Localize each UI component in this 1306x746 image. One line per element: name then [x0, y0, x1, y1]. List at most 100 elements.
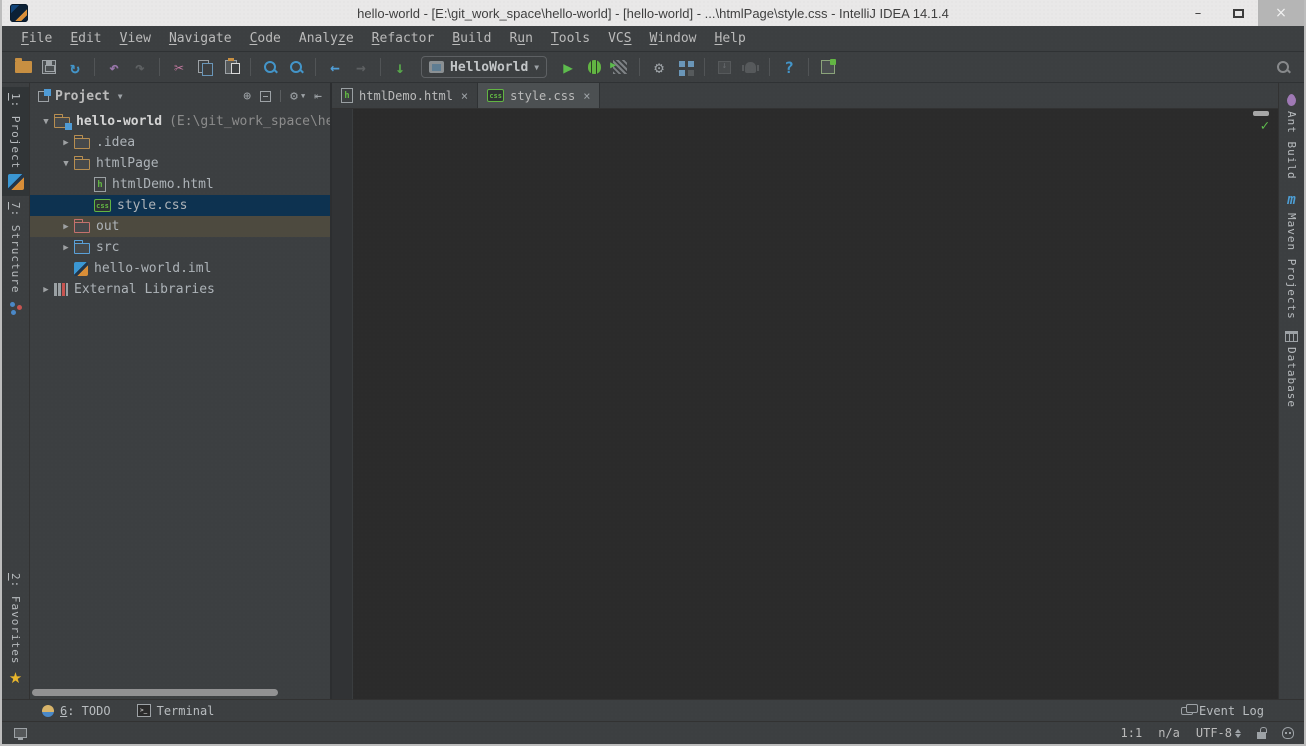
toolbar-open-project-button[interactable]: [10, 55, 36, 79]
locate-file-button[interactable]: ⊕: [243, 89, 251, 104]
menu-refactor[interactable]: Refactor: [363, 28, 444, 49]
close-tab-icon[interactable]: ×: [583, 89, 590, 103]
stripe-maven-projects[interactable]: mMaven Projects: [1285, 186, 1298, 326]
maximize-button[interactable]: [1218, 0, 1258, 26]
menu-run[interactable]: Run: [500, 28, 541, 49]
stripe-7-structure[interactable]: 7: Structure: [9, 196, 22, 320]
tree-item-label: hello-world.iml: [94, 261, 211, 276]
toolbar-debug-button[interactable]: [581, 55, 607, 79]
project-structure-icon: [679, 61, 685, 67]
toolbar-undo-button[interactable]: ↶: [101, 55, 127, 79]
collapse-all-button[interactable]: [260, 91, 271, 102]
stripe-1-project[interactable]: 1: Project: [2, 87, 29, 196]
excluded-folder-icon: [74, 222, 90, 233]
tree-item-out[interactable]: ▶out: [30, 216, 330, 237]
hide-panel-button[interactable]: ⇤: [314, 89, 322, 104]
tab-htmldemo-html[interactable]: hhtmlDemo.html×: [332, 83, 478, 108]
project-panel-title[interactable]: Project: [55, 89, 110, 104]
window-title: hello-world - [E:\git_work_space\hello-w…: [2, 6, 1304, 21]
bottom-stripe-event-log[interactable]: Event Log: [1181, 704, 1264, 718]
editor-scrollbar[interactable]: [1253, 111, 1269, 116]
bottom-stripe-terminal[interactable]: >_Terminal: [137, 704, 215, 718]
menu-vcs[interactable]: VCS: [599, 28, 640, 49]
toolbar-back-button[interactable]: ←: [322, 55, 348, 79]
chevron-down-icon[interactable]: ▼: [118, 92, 123, 101]
menu-edit[interactable]: Edit: [61, 28, 110, 49]
maven-icon: m: [1287, 192, 1295, 208]
chevron-collapsed-icon[interactable]: ▶: [58, 222, 74, 232]
toolbar-cut-button[interactable]: ✂: [166, 55, 192, 79]
horizontal-scrollbar[interactable]: [32, 689, 278, 696]
toolbar-install-plugin-from-disk-button[interactable]: [815, 55, 841, 79]
line-separator[interactable]: n/a: [1158, 726, 1180, 740]
updown-arrows-icon: [1235, 729, 1241, 738]
toolbar-vcs-update-button[interactable]: ↓: [387, 55, 413, 79]
chevron-collapsed-icon[interactable]: ▶: [58, 243, 74, 253]
tree-item-hello-world[interactable]: ▼hello-world(E:\git_work_space\hell: [30, 111, 330, 132]
toolbar-project-structure-button[interactable]: [672, 55, 698, 79]
chevron-expanded-icon[interactable]: ▼: [58, 159, 74, 169]
css-file-icon: css: [487, 89, 504, 102]
tree-item-style-css[interactable]: cssstyle.css: [30, 195, 330, 216]
toolbar-help-button[interactable]: ?: [776, 55, 802, 79]
search-everywhere-button[interactable]: [1270, 55, 1296, 79]
toolbar-redo-button[interactable]: ↷: [127, 55, 153, 79]
caret-position[interactable]: 1:1: [1121, 726, 1143, 740]
chevron-collapsed-icon[interactable]: ▶: [58, 138, 74, 148]
file-encoding[interactable]: UTF-8: [1196, 726, 1241, 740]
toolbar-forward-button[interactable]: →: [348, 55, 374, 79]
main-area: 1: Project7: Structure 2: Favorites★ Proj…: [2, 83, 1304, 699]
toggle-toolwindows-icon[interactable]: [14, 728, 27, 738]
menu-help[interactable]: Help: [706, 28, 755, 49]
editor-area[interactable]: ✓: [332, 109, 1278, 699]
toolbar-android-sdk-manager-button[interactable]: [711, 55, 737, 79]
source-folder-icon: [74, 243, 90, 254]
stripe-2-favorites[interactable]: 2: Favorites★: [9, 567, 22, 693]
menu-navigate[interactable]: Navigate: [160, 28, 241, 49]
settings-gear-button[interactable]: ⚙: [290, 89, 298, 104]
open-project-icon: [15, 61, 32, 73]
tab-style-css[interactable]: cssstyle.css×: [478, 83, 600, 108]
stripe-ant-build[interactable]: Ant Build: [1285, 89, 1298, 186]
inspection-ok-icon[interactable]: ✓: [1261, 118, 1269, 134]
toolbar-paste-button[interactable]: [218, 55, 244, 79]
tree-item-external-libraries[interactable]: ▶External Libraries: [30, 279, 330, 300]
toolbar-save-all-button[interactable]: [36, 55, 62, 79]
close-tab-icon[interactable]: ×: [461, 89, 468, 103]
toolbar-run-button[interactable]: ▶: [555, 55, 581, 79]
toolbar-copy-button[interactable]: [192, 55, 218, 79]
minimize-button[interactable]: –: [1178, 0, 1218, 26]
close-button[interactable]: ×: [1258, 0, 1304, 26]
tree-item-hello-world-iml[interactable]: hello-world.iml: [30, 258, 330, 279]
toolbar-synchronize-button[interactable]: ↻: [62, 55, 88, 79]
toolbar-run-with-coverage-button[interactable]: [607, 55, 633, 79]
back-icon: ←: [330, 58, 340, 77]
readonly-lock-icon[interactable]: [1257, 732, 1266, 739]
install-plugin-from-disk-icon: [821, 60, 835, 74]
menu-tools[interactable]: Tools: [542, 28, 599, 49]
menu-analyze[interactable]: Analyze: [290, 28, 363, 49]
chevron-expanded-icon[interactable]: ▼: [38, 117, 54, 127]
toolbar-find-button[interactable]: [257, 55, 283, 79]
chevron-collapsed-icon[interactable]: ▶: [38, 285, 54, 295]
bottom-stripe-6-todo[interactable]: 6: TODO: [42, 704, 111, 718]
menu-file[interactable]: File: [12, 28, 61, 49]
hector-inspector-icon[interactable]: [1282, 727, 1294, 739]
tree-item-src[interactable]: ▶src: [30, 237, 330, 258]
menu-code[interactable]: Code: [241, 28, 290, 49]
menu-build[interactable]: Build: [443, 28, 500, 49]
project-panel-header: Project ▼ ⊕ ⚙ ▼ ⇤: [30, 83, 330, 109]
menu-view[interactable]: View: [111, 28, 160, 49]
tree-item-htmlpage[interactable]: ▼htmlPage: [30, 153, 330, 174]
title-bar: hello-world - [E:\git_work_space\hello-w…: [2, 0, 1304, 26]
toolbar-settings-button[interactable]: ⚙: [646, 55, 672, 79]
maximize-icon: [1233, 9, 1244, 18]
toolbar-find-replace-button[interactable]: [283, 55, 309, 79]
menu-window[interactable]: Window: [641, 28, 706, 49]
toolbar-android-device-monitor-button[interactable]: [737, 55, 763, 79]
stripe-database[interactable]: Database: [1285, 325, 1298, 414]
library-icon: [54, 283, 68, 296]
tree-item-htmldemo-html[interactable]: hhtmlDemo.html: [30, 174, 330, 195]
run-configuration-select[interactable]: HelloWorld▼: [421, 56, 547, 78]
tree-item-idea[interactable]: ▶.idea: [30, 132, 330, 153]
